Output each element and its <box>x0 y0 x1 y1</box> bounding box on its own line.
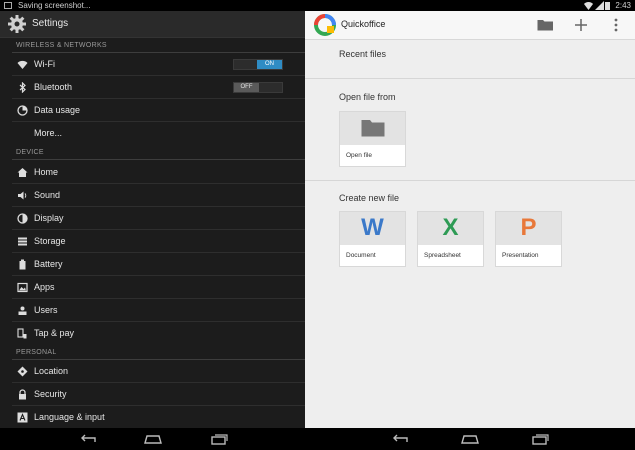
settings-item-label: Apps <box>34 282 55 292</box>
settings-item-label: Battery <box>34 259 63 269</box>
settings-item-users[interactable]: Users <box>0 299 305 322</box>
quickoffice-logo-icon <box>314 14 336 36</box>
wifi-toggle[interactable]: ON <box>233 59 283 70</box>
section-label: PERSONAL <box>16 349 57 356</box>
folder-icon <box>361 120 385 137</box>
settings-item-storage[interactable]: Storage <box>0 230 305 253</box>
home-button-icon[interactable] <box>143 433 163 445</box>
settings-item-language[interactable]: Language & input <box>0 406 305 429</box>
powerpoint-icon: P <box>520 214 537 241</box>
settings-item-label: Security <box>34 389 67 399</box>
status-text: Saving screenshot... <box>18 1 91 10</box>
toggle-state: ON <box>257 60 282 69</box>
settings-item-data-usage[interactable]: Data usage <box>0 99 305 122</box>
settings-item-label: Users <box>34 305 58 315</box>
recent-files-heading: Recent files <box>339 49 387 59</box>
home-button-icon[interactable] <box>460 433 480 445</box>
card-label: Spreadsheet <box>424 252 461 259</box>
app-title: Quickoffice <box>341 19 386 29</box>
open-file-card[interactable]: Open file <box>339 111 406 167</box>
settings-item-label: Data usage <box>34 105 81 115</box>
settings-item-display[interactable]: Display <box>0 207 305 230</box>
settings-item-location[interactable]: Location <box>0 360 305 383</box>
settings-item-label: More... <box>34 128 63 138</box>
card-label: Document <box>346 252 376 259</box>
new-document-card[interactable]: W Document <box>339 211 406 267</box>
section-device: DEVICE <box>0 146 305 160</box>
status-time: 2:43 <box>615 1 631 10</box>
app-header: Quickoffice <box>305 11 635 40</box>
settings-item-home[interactable]: Home <box>0 161 305 184</box>
settings-item-label: Bluetooth <box>34 82 73 92</box>
bluetooth-toggle[interactable]: OFF <box>233 82 283 93</box>
recent-apps-icon[interactable] <box>531 433 549 445</box>
location-icon <box>17 366 28 377</box>
back-icon[interactable] <box>79 433 97 445</box>
settings-item-label: Home <box>34 167 59 177</box>
status-bar-right: 2:43 <box>305 0 635 11</box>
gear-icon <box>8 15 26 33</box>
card-label: Open file <box>346 152 373 159</box>
settings-item-label: Wi-Fi <box>34 59 55 69</box>
sound-icon <box>18 191 27 200</box>
back-icon[interactable] <box>391 433 409 445</box>
status-bar-left: Saving screenshot... <box>0 0 305 11</box>
settings-item-label: Language & input <box>34 412 105 422</box>
nav-bar-right <box>305 428 635 450</box>
battery-status-icon <box>605 2 610 10</box>
settings-item-label: Tap & pay <box>34 328 75 338</box>
settings-item-label: Display <box>34 213 64 223</box>
settings-item-label: Location <box>34 366 69 376</box>
settings-item-apps[interactable]: Apps <box>0 276 305 299</box>
screenshot-icon <box>4 2 12 9</box>
bluetooth-icon <box>19 82 26 93</box>
open-file-from-heading: Open file from <box>339 92 396 102</box>
section-label: DEVICE <box>16 149 44 156</box>
users-icon <box>18 306 27 315</box>
wifi-icon <box>17 60 28 69</box>
section-label: WIRELESS & NETWORKS <box>16 42 107 49</box>
card-label: Presentation <box>502 252 539 259</box>
settings-item-label: Sound <box>34 190 61 200</box>
section-wireless: WIRELESS & NETWORKS <box>0 39 305 53</box>
new-presentation-card[interactable]: P Presentation <box>495 211 562 267</box>
settings-item-bluetooth[interactable]: Bluetooth OFF <box>0 76 305 99</box>
storage-icon <box>18 237 27 246</box>
settings-item-security[interactable]: Security <box>0 383 305 406</box>
apps-icon <box>17 282 28 293</box>
excel-icon: X <box>442 214 459 241</box>
security-icon <box>19 389 26 400</box>
data-usage-icon <box>17 105 28 116</box>
settings-item-more[interactable]: More... <box>0 122 305 145</box>
battery-icon <box>19 259 26 270</box>
language-icon <box>17 412 28 423</box>
section-personal: PERSONAL <box>0 346 305 360</box>
signal-status-icon <box>595 1 604 10</box>
tap-pay-icon <box>17 328 27 339</box>
settings-item-tap-pay[interactable]: Tap & pay <box>0 322 305 345</box>
toggle-state: OFF <box>234 83 259 92</box>
add-icon[interactable] <box>574 18 588 32</box>
display-icon <box>17 213 28 224</box>
recent-apps-icon[interactable] <box>210 433 228 445</box>
settings-item-wifi[interactable]: Wi-Fi ON <box>0 53 305 76</box>
settings-item-sound[interactable]: Sound <box>0 184 305 207</box>
home-icon <box>17 168 28 177</box>
overflow-menu-icon[interactable] <box>614 18 618 32</box>
divider <box>305 180 635 181</box>
word-icon: W <box>361 214 384 241</box>
settings-item-label: Storage <box>34 236 66 246</box>
nav-bar-left <box>0 428 305 450</box>
folder-icon[interactable] <box>537 19 554 31</box>
divider <box>305 78 635 79</box>
settings-header: Settings <box>0 11 305 38</box>
wifi-status-icon <box>584 1 593 10</box>
create-new-file-heading: Create new file <box>339 193 400 203</box>
page-title: Settings <box>32 18 69 29</box>
new-spreadsheet-card[interactable]: X Spreadsheet <box>417 211 484 267</box>
settings-item-battery[interactable]: Battery <box>0 253 305 276</box>
